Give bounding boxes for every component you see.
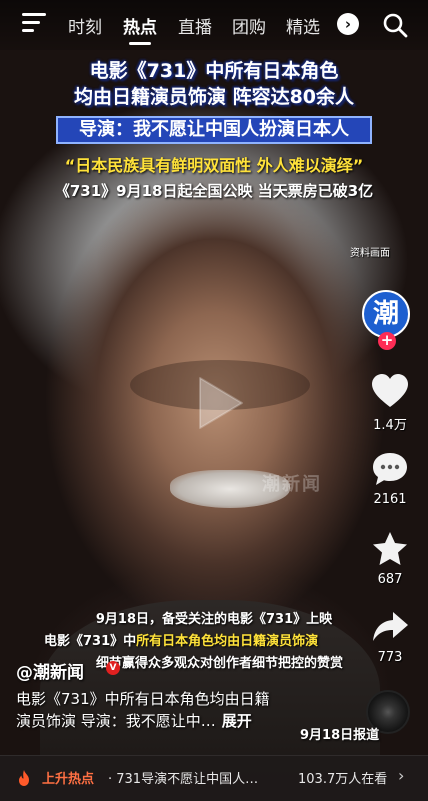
- top-nav-bar: 时刻 热点 直播 团购 精选 ›: [0, 0, 428, 50]
- search-icon[interactable]: [382, 12, 408, 38]
- author-name[interactable]: @潮新闻: [16, 658, 84, 683]
- menu-icon[interactable]: [22, 13, 46, 35]
- director-quote-banner: 导演：我不愿让中国人扮演日本人: [56, 116, 372, 144]
- heart-icon[interactable]: [370, 372, 410, 410]
- tab-moments[interactable]: 时刻: [68, 13, 102, 38]
- subtitle-line-1: 9月18日，备受关注的电影《731》上映: [95, 612, 333, 627]
- subtitle-line-2-prefix: 电影《731》中: [44, 634, 137, 649]
- verified-badge-icon: V: [106, 661, 120, 675]
- caption-line-2-text: 演员饰演 导演：我不愿让中…: [16, 712, 216, 730]
- chevron-right-icon: ›: [398, 766, 405, 785]
- archive-footage-tag: 资料画面: [350, 248, 390, 259]
- trending-topic: · 731导演不愿让中国人…: [108, 772, 259, 787]
- expand-button[interactable]: 展开: [222, 712, 252, 730]
- headline-line-2: 均由日籍演员饰演 阵容达80余人: [73, 86, 355, 108]
- follow-button[interactable]: +: [378, 332, 396, 350]
- tab-hot[interactable]: 热点: [123, 13, 157, 38]
- post-caption[interactable]: 电影《731》中所有日本角色均由日籍 演员饰演 导演：我不愿让中… 展开: [16, 688, 336, 732]
- like-count: 1.4万: [373, 418, 407, 433]
- subtitle-line-2-highlight: 所有日本角色均由日籍演员饰演: [136, 634, 319, 649]
- favorite-count: 687: [377, 572, 403, 587]
- report-date-tag: 9月18日报道: [300, 728, 380, 743]
- subtitle-line-3: 细节赢得众多观众对创作者细节把控的赞赏: [96, 656, 344, 671]
- yellow-quote: “日本民族具有鲜明双面性 外人难以演绎”: [64, 156, 364, 175]
- subtitle-line-2: 电影《731》中所有日本角色均由日籍演员饰演: [44, 630, 318, 649]
- tab-featured[interactable]: 精选: [286, 13, 320, 38]
- fire-icon: [19, 770, 29, 786]
- star-icon[interactable]: [370, 530, 410, 568]
- share-count: 773: [377, 650, 403, 665]
- play-icon[interactable]: [182, 368, 252, 438]
- active-tab-indicator: [129, 42, 151, 45]
- watermark: 潮新闻: [262, 474, 322, 495]
- headline-line-1: 电影《731》中所有日本角色: [89, 60, 339, 82]
- caption-line-2: 演员饰演 导演：我不愿让中… 展开: [16, 710, 336, 732]
- tab-groupbuy[interactable]: 团购: [232, 13, 266, 38]
- comment-icon[interactable]: [370, 450, 410, 488]
- more-tabs-button[interactable]: ›: [337, 13, 359, 35]
- caption-line-1: 电影《731》中所有日本角色均由日籍: [16, 690, 270, 708]
- trending-bar[interactable]: 上升热点 · 731导演不愿让中国人… 103.7万人在看 ›: [0, 755, 428, 801]
- comment-count: 2161: [373, 492, 407, 507]
- tab-live[interactable]: 直播: [178, 13, 212, 38]
- release-info: 《731》9月18日起全国公映 当天票房已破3亿: [54, 182, 374, 200]
- viewer-count: 103.7万人在看: [298, 772, 388, 787]
- trending-label: 上升热点: [42, 772, 95, 787]
